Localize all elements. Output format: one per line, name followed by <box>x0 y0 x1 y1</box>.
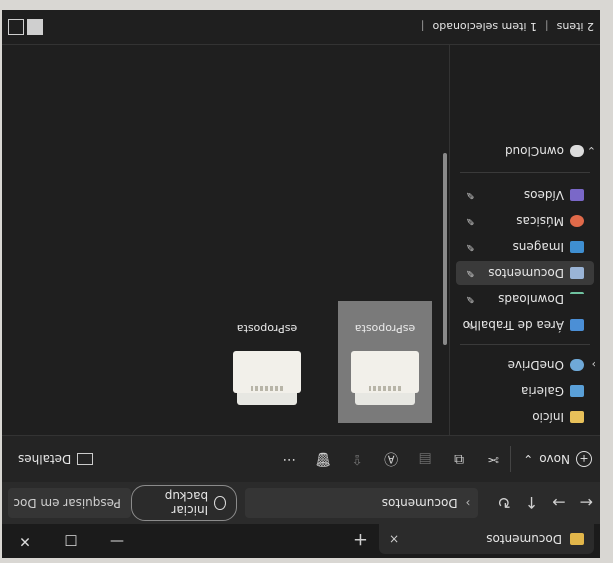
chevron-down-icon: ⌄ <box>523 452 534 466</box>
new-button[interactable]: + Novo ⌄ <box>510 446 592 472</box>
sidebar-item-label: Início <box>532 410 564 424</box>
sidebar-item-documents[interactable]: Documentos ✎ <box>456 261 594 285</box>
home-icon <box>570 411 584 423</box>
command-bar: + Novo ⌄ ✂ ⧉ ▤ Ⓐ ⇪ 🗑 ··· Detalhes <box>2 435 600 482</box>
gallery-icon <box>570 385 584 397</box>
file-item[interactable]: esProposta <box>220 301 314 423</box>
sidebar-divider <box>460 344 590 345</box>
sidebar-item-desktop[interactable]: Área de Trabalho ✎ <box>456 313 594 337</box>
tab-title: Documentos <box>486 532 562 546</box>
desktop-icon <box>570 319 584 331</box>
navigation-pane: Início Galeria › OneDrive Área de Trabal… <box>449 44 600 435</box>
search-placeholder: Pesquisar em Doc <box>13 496 121 510</box>
download-icon <box>570 292 584 306</box>
status-separator: | <box>420 20 425 34</box>
sidebar-item-onedrive[interactable]: › OneDrive <box>456 353 596 377</box>
details-view-icon[interactable] <box>27 19 43 35</box>
sidebar-item-gallery[interactable]: Galeria <box>456 379 594 403</box>
new-label: Novo <box>539 452 570 466</box>
tab-documentos[interactable]: Documentos × <box>379 524 594 554</box>
cloud-icon <box>570 145 584 157</box>
refresh-button[interactable]: ↻ <box>490 494 517 513</box>
pin-icon: ✎ <box>466 215 475 227</box>
breadcrumb-current[interactable]: Documentos <box>382 496 458 510</box>
sidebar-item-label: Músicas <box>516 214 564 228</box>
item-count: 2 itens <box>556 20 594 34</box>
sidebar-item-downloads[interactable]: Downloads ✎ <box>456 287 594 311</box>
more-button[interactable]: ··· <box>272 451 306 467</box>
backup-button[interactable]: Iniciar backup <box>130 485 237 521</box>
plus-icon: + <box>576 451 592 467</box>
sidebar-item-label: Documentos <box>488 266 564 280</box>
address-bar-row: ← → ↑ ↻ › Documentos Iniciar backup Pesq… <box>2 482 600 524</box>
file-explorer-window: Documentos × + — □ ✕ ← → ↑ ↻ › Documento… <box>2 10 600 558</box>
pin-icon: ✎ <box>466 189 475 201</box>
sidebar-scrollbar[interactable] <box>443 153 447 345</box>
sidebar-item-label: Vídeos <box>523 188 564 202</box>
delete-icon[interactable]: 🗑 <box>306 451 340 467</box>
back-button[interactable]: ← <box>573 494 600 513</box>
sidebar-item-label: Galeria <box>521 384 564 398</box>
details-label: Detalhes <box>18 452 72 466</box>
sidebar-item-label: Downloads <box>498 292 564 306</box>
cut-icon[interactable]: ✂ <box>476 451 510 467</box>
details-pane-icon <box>77 453 94 465</box>
selection-count: 1 item selecionado <box>432 20 537 34</box>
sidebar-item-home[interactable]: Início <box>456 405 594 429</box>
document-icon <box>570 267 584 279</box>
folder-icon <box>570 533 584 545</box>
music-icon <box>570 215 584 227</box>
zip-folder-icon <box>231 341 303 413</box>
sidebar-item-music[interactable]: Músicas ✎ <box>456 209 594 233</box>
sidebar-item-owncloud[interactable]: ⌄ ownCloud <box>456 139 596 163</box>
sidebar-item-label: Imagens <box>512 240 564 254</box>
file-list: esProposta esProposta <box>2 44 440 435</box>
share-icon[interactable]: ⇪ <box>340 451 374 467</box>
file-name: esProposta <box>354 322 416 335</box>
maximize-button[interactable]: □ <box>48 524 94 558</box>
up-button[interactable]: ↑ <box>518 494 545 513</box>
screen-photo: Documentos × + — □ ✕ ← → ↑ ↻ › Documento… <box>0 0 613 563</box>
pin-icon: ✎ <box>466 241 475 253</box>
tiles-view-icon[interactable] <box>8 19 24 35</box>
breadcrumb[interactable]: › Documentos <box>244 488 479 518</box>
paste-icon[interactable]: ▤ <box>408 451 442 467</box>
sidebar-item-pictures[interactable]: Imagens ✎ <box>456 235 594 259</box>
pin-icon: ✎ <box>466 319 475 331</box>
pin-icon: ✎ <box>466 267 475 279</box>
videos-icon <box>570 189 584 201</box>
sidebar-item-videos[interactable]: Vídeos ✎ <box>456 183 594 207</box>
pin-icon: ✎ <box>466 293 475 305</box>
search-input[interactable]: Pesquisar em Doc <box>8 488 131 518</box>
copy-icon[interactable]: ⧉ <box>442 451 476 467</box>
rename-icon[interactable]: Ⓐ <box>374 449 408 469</box>
breadcrumb-chevron-icon: › <box>465 496 471 510</box>
view-toggle <box>8 19 43 35</box>
sidebar-item-label: Área de Trabalho <box>462 318 564 332</box>
file-name: esProposta <box>236 322 298 335</box>
minimize-button[interactable]: — <box>94 524 140 558</box>
sidebar-item-label: OneDrive <box>507 358 564 372</box>
cloud-icon <box>570 359 584 371</box>
new-tab-button[interactable]: + <box>353 529 368 550</box>
sidebar-divider <box>460 172 590 173</box>
backup-label: Iniciar backup <box>164 489 209 517</box>
forward-button[interactable]: → <box>545 494 572 513</box>
chevron-down-icon[interactable]: ⌄ <box>587 145 596 158</box>
zip-folder-icon <box>349 341 421 413</box>
details-button[interactable]: Detalhes <box>18 452 94 466</box>
backup-icon <box>214 496 226 510</box>
close-button[interactable]: ✕ <box>2 524 48 558</box>
file-item[interactable]: esProposta <box>338 301 432 423</box>
window-controls: — □ ✕ <box>2 524 140 558</box>
status-separator: | <box>544 20 549 34</box>
status-bar: 2 itens | 1 item selecionado | <box>2 10 600 45</box>
sidebar-item-label: ownCloud <box>504 144 564 158</box>
tab-close-button[interactable]: × <box>389 532 399 546</box>
pictures-icon <box>570 241 584 253</box>
chevron-right-icon[interactable]: › <box>592 359 596 372</box>
title-bar: Documentos × + — □ ✕ <box>2 524 600 558</box>
